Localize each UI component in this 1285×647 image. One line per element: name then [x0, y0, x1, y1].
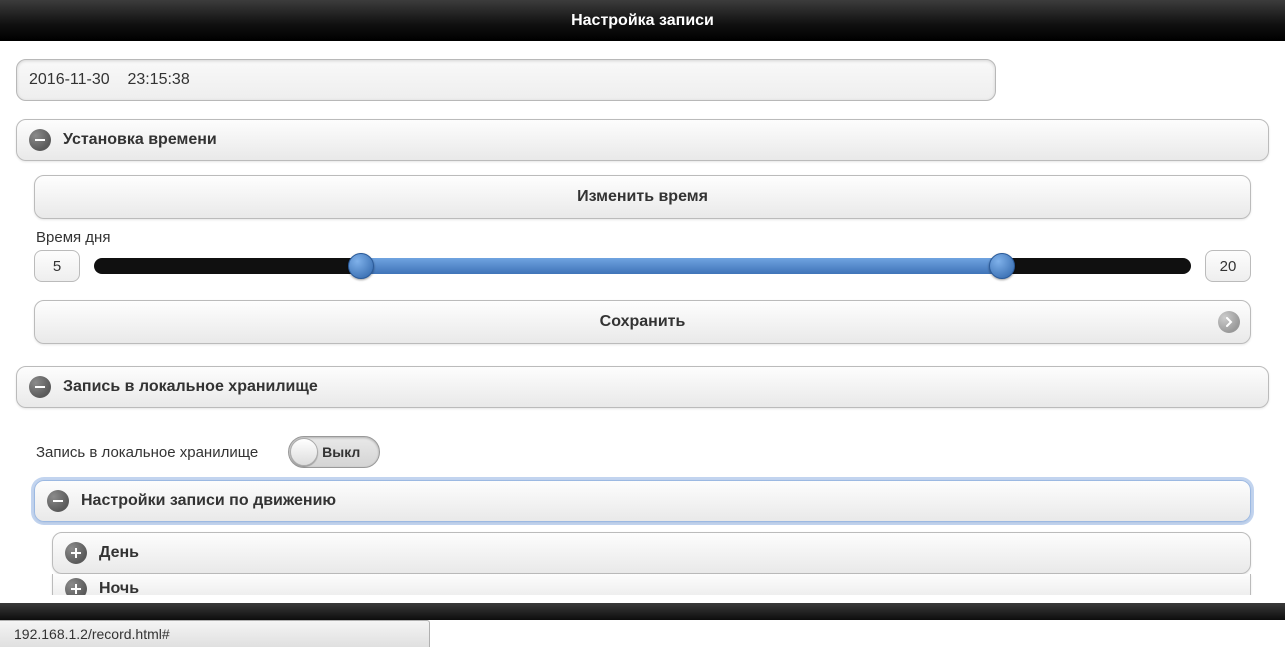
section-local-header[interactable]: Запись в локальное хранилище	[16, 366, 1269, 408]
local-record-toggle[interactable]: Выкл	[288, 436, 380, 468]
section-motion-title: Настройки записи по движению	[81, 492, 336, 510]
section-motion-header[interactable]: Настройки записи по движению	[34, 480, 1251, 522]
subsection-night-header[interactable]: Ночь	[52, 574, 1251, 595]
daytime-label: Время дня	[36, 229, 1251, 246]
subsection-day-title: День	[99, 544, 139, 562]
slider-handle-low[interactable]	[348, 253, 374, 279]
local-record-toggle-label: Запись в локальное хранилище	[36, 444, 258, 461]
save-button[interactable]: Сохранить	[34, 300, 1251, 344]
minus-icon	[29, 376, 51, 398]
section-time-title: Установка времени	[63, 131, 217, 149]
datetime-input[interactable]: 2016-11-30 23:15:38	[16, 59, 996, 101]
slider-max-box: 20	[1205, 250, 1251, 282]
save-label: Сохранить	[600, 313, 686, 331]
status-bar: 192.168.1.2/record.html#	[0, 620, 430, 647]
toggle-knob	[290, 438, 318, 466]
slider-range	[361, 258, 1003, 274]
section-time-header[interactable]: Установка времени	[16, 119, 1269, 161]
status-url: 192.168.1.2/record.html#	[14, 626, 170, 642]
plus-icon	[65, 542, 87, 564]
subsection-night-title: Ночь	[99, 580, 139, 596]
header-bar: Настройка записи	[0, 0, 1285, 41]
slider-handle-high[interactable]	[989, 253, 1015, 279]
change-time-label: Изменить время	[577, 188, 708, 206]
chevron-right-icon	[1218, 311, 1240, 333]
subsection-day-header[interactable]: День	[52, 532, 1251, 574]
footer-bar	[0, 603, 1285, 620]
datetime-value: 2016-11-30 23:15:38	[29, 71, 190, 89]
toggle-state-text: Выкл	[322, 444, 360, 460]
minus-icon	[47, 490, 69, 512]
page-title: Настройка записи	[571, 12, 714, 29]
section-local-title: Запись в локальное хранилище	[63, 378, 318, 396]
slider-min-box: 5	[34, 250, 80, 282]
daytime-slider-track[interactable]	[94, 258, 1191, 274]
minus-icon	[29, 129, 51, 151]
change-time-button[interactable]: Изменить время	[34, 175, 1251, 219]
plus-icon	[65, 578, 87, 596]
